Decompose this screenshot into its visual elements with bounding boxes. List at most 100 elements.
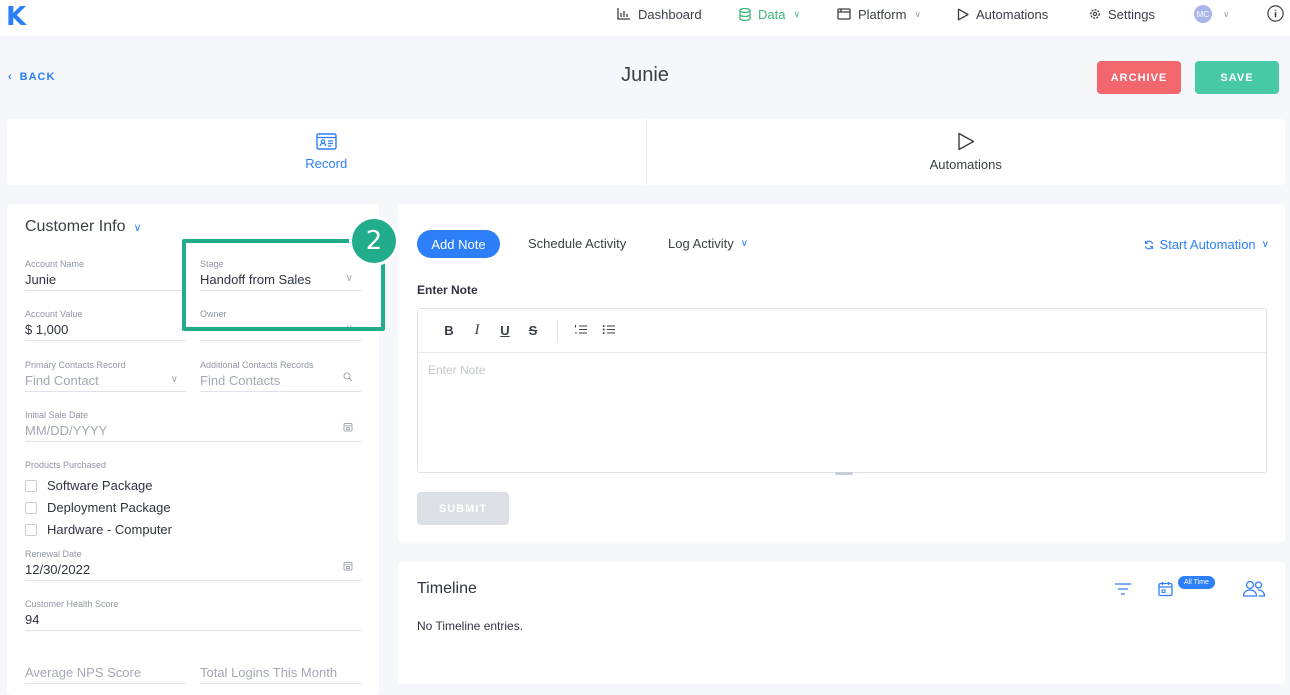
field-label: Customer Health Score — [25, 599, 119, 609]
product-option-deployment[interactable]: Deployment Package — [25, 500, 171, 515]
average-nps-score-field[interactable]: Average NPS Score — [25, 665, 186, 684]
total-logins-field[interactable]: Total Logins This Month — [200, 665, 361, 684]
archive-button[interactable]: ARCHIVE — [1097, 61, 1181, 94]
customer-info-toggle[interactable]: Customer Info ∨ — [25, 218, 142, 236]
chevron-down-icon: ∨ — [914, 8, 921, 19]
primary-contacts-field[interactable]: Primary Contacts Record Find Contact ∨ — [25, 360, 186, 392]
resize-handle[interactable] — [835, 472, 853, 475]
nav-label: Settings — [1108, 6, 1155, 22]
nav-item-settings[interactable]: Settings — [1089, 6, 1155, 22]
top-navigation: K Dashboard Data ∨ Platform ∨ Automation… — [0, 0, 1290, 36]
nav-item-platform[interactable]: Platform ∨ — [837, 6, 921, 22]
date-range-badge: All Time — [1178, 576, 1215, 589]
field-label: Account Name — [25, 259, 85, 269]
timeline-card: Timeline No Timeline entries. All Time — [398, 562, 1285, 684]
id-card-icon — [316, 133, 337, 150]
customer-health-score-field[interactable]: Customer Health Score 94 — [25, 599, 361, 631]
italic-button[interactable]: I — [467, 322, 487, 339]
checkbox-label: Software Package — [47, 478, 153, 493]
users-icon — [1242, 580, 1266, 597]
start-automation-button[interactable]: Start Automation ∨ — [1144, 237, 1269, 252]
field-placeholder: Find Contacts — [200, 373, 281, 388]
product-option-software[interactable]: Software Package — [25, 478, 153, 493]
refresh-icon — [1144, 240, 1153, 249]
field-label: Initial Sale Date — [25, 410, 89, 420]
bullet-list-button[interactable] — [598, 323, 618, 338]
record-tabs: Record Automations — [7, 119, 1285, 185]
renewal-date-field[interactable]: Renewal Date 12/30/2022 — [25, 549, 361, 581]
nav-label: Dashboard — [638, 6, 702, 22]
field-label: Primary Contacts Record — [25, 360, 126, 370]
start-automation-label: Start Automation — [1159, 237, 1256, 252]
info-button[interactable] — [1267, 4, 1284, 22]
account-name-field[interactable]: Account Name Junie — [25, 259, 186, 291]
initial-sale-date-field[interactable]: Initial Sale Date MM/DD/YYYY — [25, 410, 361, 442]
calendar-icon — [343, 561, 353, 574]
save-button[interactable]: SAVE — [1195, 61, 1279, 94]
filter-button[interactable] — [1114, 582, 1132, 599]
note-editor[interactable]: B I U S Enter Note — [417, 308, 1267, 475]
tab-label: Log Activity — [668, 236, 734, 251]
people-button[interactable] — [1242, 580, 1266, 600]
additional-contacts-field[interactable]: Additional Contacts Records Find Contact… — [200, 360, 361, 392]
step-badge: 2 — [349, 216, 399, 266]
nav-item-dashboard[interactable]: Dashboard — [617, 6, 702, 22]
bar-chart-icon — [617, 8, 630, 20]
avatar: MC — [1194, 5, 1212, 23]
browser-window-icon — [837, 8, 851, 20]
checkbox[interactable] — [25, 479, 37, 492]
field-value: 94 — [25, 612, 40, 627]
strikethrough-button[interactable]: S — [523, 323, 543, 338]
nav-item-automations[interactable]: Automations — [957, 6, 1048, 22]
date-range-button[interactable] — [1158, 581, 1173, 600]
toolbar-divider — [557, 319, 558, 342]
ordered-list-button[interactable] — [570, 323, 590, 338]
timeline-title: Timeline — [417, 580, 477, 597]
checkbox-label: Hardware - Computer — [47, 522, 172, 537]
ordered-list-icon — [574, 325, 587, 334]
field-label: Additional Contacts Records — [200, 360, 314, 370]
chevron-down-icon: ∨ — [1261, 239, 1269, 250]
nav-item-data[interactable]: Data ∨ — [739, 6, 800, 22]
editor-placeholder: Enter Note — [428, 363, 486, 377]
checkbox[interactable] — [25, 501, 37, 514]
search-icon — [343, 372, 353, 385]
checkbox[interactable] — [25, 523, 37, 536]
tab-record[interactable]: Record — [7, 119, 646, 185]
nav-label: Data — [758, 6, 786, 22]
chevron-down-icon: ∨ — [133, 221, 142, 234]
app-logo[interactable]: K — [6, 2, 26, 32]
tab-add-note[interactable]: Add Note — [417, 230, 500, 258]
submit-button[interactable]: SUBMIT — [417, 492, 509, 525]
account-value-field[interactable]: Account Value $ 1,000 — [25, 309, 186, 341]
info-icon — [1267, 4, 1284, 22]
tab-label: Automations — [929, 157, 1002, 172]
product-option-hardware[interactable]: Hardware - Computer — [25, 522, 172, 537]
tab-label: Record — [305, 156, 348, 171]
gear-icon — [1090, 9, 1100, 19]
editor-toolbar: B I U S — [418, 309, 1266, 353]
play-icon — [958, 132, 974, 151]
tab-log-activity[interactable]: Log Activity ∨ — [668, 236, 748, 251]
products-purchased-group: Products Purchased — [25, 460, 361, 473]
field-placeholder: Total Logins This Month — [200, 665, 338, 680]
field-placeholder: Find Contact — [25, 373, 99, 388]
field-placeholder: MM/DD/YYYY — [25, 423, 108, 438]
note-card: Add Note Schedule Activity Log Activity … — [398, 204, 1285, 543]
underline-button[interactable]: U — [495, 323, 515, 338]
calendar-icon — [343, 422, 353, 435]
field-label: Products Purchased — [25, 460, 107, 470]
nav-label: Automations — [976, 6, 1049, 22]
nav-label: Platform — [858, 6, 907, 22]
bullet-list-icon — [602, 325, 615, 334]
chevron-down-icon: ∨ — [793, 8, 801, 19]
user-menu[interactable]: MC ∨ — [1194, 5, 1230, 23]
tab-automations[interactable]: Automations — [645, 119, 1286, 185]
field-placeholder: Average NPS Score — [25, 665, 142, 680]
section-title: Customer Info — [25, 218, 126, 235]
bold-button[interactable]: B — [439, 323, 459, 338]
timeline-empty-text: No Timeline entries. — [417, 619, 524, 633]
database-icon — [739, 7, 751, 21]
tab-schedule-activity[interactable]: Schedule Activity — [528, 236, 626, 251]
chevron-down-icon: ∨ — [170, 374, 178, 385]
